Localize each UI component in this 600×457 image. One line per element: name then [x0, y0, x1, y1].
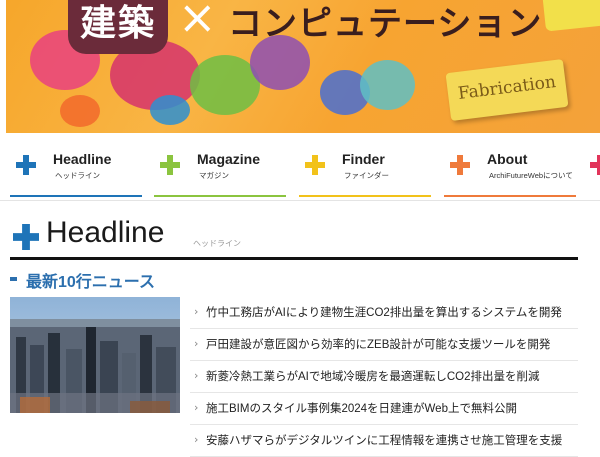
nav-underline	[299, 195, 431, 197]
chevron-right-icon: ›	[194, 401, 199, 414]
banner-x: ×	[178, 0, 217, 44]
nav-sub: マガジン	[199, 171, 229, 180]
nav-item-finder[interactable]: Finder ファインダー	[297, 147, 435, 197]
nav-sub: ヘッドライン	[55, 171, 100, 180]
nav-underline	[154, 195, 286, 197]
nav-sub: ArchiFutureWebについて	[489, 171, 573, 180]
news-link[interactable]: 戸田建設が意匠図から効率的にZEB設計が可能な支援ツールを開発	[206, 336, 550, 352]
news-link[interactable]: 竹中工務店がAIにより建物生涯CO2排出量を算出するシステムを開発	[206, 304, 562, 320]
banner-edge	[0, 0, 6, 133]
nav-sub: ファインダー	[344, 171, 389, 180]
title-rule	[10, 257, 578, 260]
paint-splat	[60, 95, 100, 127]
nav-label: About	[487, 151, 528, 167]
puzzle-plus-icon	[13, 224, 39, 250]
nav-label: Headline	[53, 151, 112, 167]
news-item[interactable]: › 新菱冷熱工業らがAIで地域冷暖房を最適運転しCO2排出量を削減	[190, 361, 578, 393]
banner-title: コンピュテーション	[228, 4, 543, 44]
puzzle-plus-icon	[16, 155, 36, 175]
news-link[interactable]: 施工BIMのスタイル事例集2024を日建連がWeb上で無料公開	[206, 400, 517, 416]
nav-item-magazine[interactable]: Magazine マガジン	[152, 147, 290, 197]
fabrication-tag: Fabrication	[445, 58, 569, 122]
nav-label: Finder	[342, 151, 385, 167]
page-header: Headline ヘッドライン	[10, 216, 578, 260]
paint-splat	[360, 60, 415, 110]
section-bullet	[10, 277, 17, 281]
nav-underline	[10, 195, 142, 197]
news-link[interactable]: 安藤ハザマらがデジタルツインに工程情報を連携させ施工管理を支援	[206, 432, 562, 448]
city-skyline-image	[10, 297, 180, 413]
puzzle-plus-icon	[305, 155, 325, 175]
chevron-right-icon: ›	[194, 433, 199, 446]
news-photo[interactable]	[10, 297, 180, 413]
news-item[interactable]: › 竹中工務店がAIにより建物生涯CO2排出量を算出するシステムを開発	[190, 297, 578, 329]
page-title-kana: ヘッドライン	[193, 239, 241, 248]
news-list: › 竹中工務店がAIにより建物生涯CO2排出量を算出するシステムを開発 › 戸田…	[190, 297, 578, 457]
top-banner[interactable]: 建築 × コンピュテーション Fabrication	[0, 0, 600, 133]
news-link[interactable]: 新菱冷熱工業らがAIで地域冷暖房を最適運転しCO2排出量を削減	[206, 368, 540, 384]
main-nav: Headline ヘッドライン Magazine マガジン Finder ファイ…	[0, 133, 600, 201]
news-item[interactable]: › 戸田建設が意匠図から効率的にZEB設計が可能な支援ツールを開発	[190, 329, 578, 361]
puzzle-plus-icon	[160, 155, 180, 175]
puzzle-piece	[542, 0, 600, 32]
nav-underline	[444, 195, 576, 197]
news-item[interactable]: › 安藤ハザマらがデジタルツインに工程情報を連携させ施工管理を支援	[190, 425, 578, 457]
puzzle-plus-icon[interactable]	[590, 155, 600, 175]
fabrication-label: Fabrication	[456, 72, 557, 104]
banner-title-kanji: 建築	[80, 3, 157, 44]
puzzle-plus-icon	[450, 155, 470, 175]
page-title: Headline	[46, 216, 165, 249]
section-title: 最新10行ニュース	[26, 274, 155, 291]
chevron-right-icon: ›	[194, 337, 199, 350]
chevron-right-icon: ›	[194, 369, 199, 382]
nav-label: Magazine	[197, 151, 261, 167]
chevron-right-icon: ›	[194, 305, 199, 318]
nav-item-headline[interactable]: Headline ヘッドライン	[8, 147, 146, 197]
paint-splat	[150, 95, 190, 125]
news-item[interactable]: › 施工BIMのスタイル事例集2024を日建連がWeb上で無料公開	[190, 393, 578, 425]
nav-item-about[interactable]: About ArchiFutureWebについて	[442, 147, 580, 197]
